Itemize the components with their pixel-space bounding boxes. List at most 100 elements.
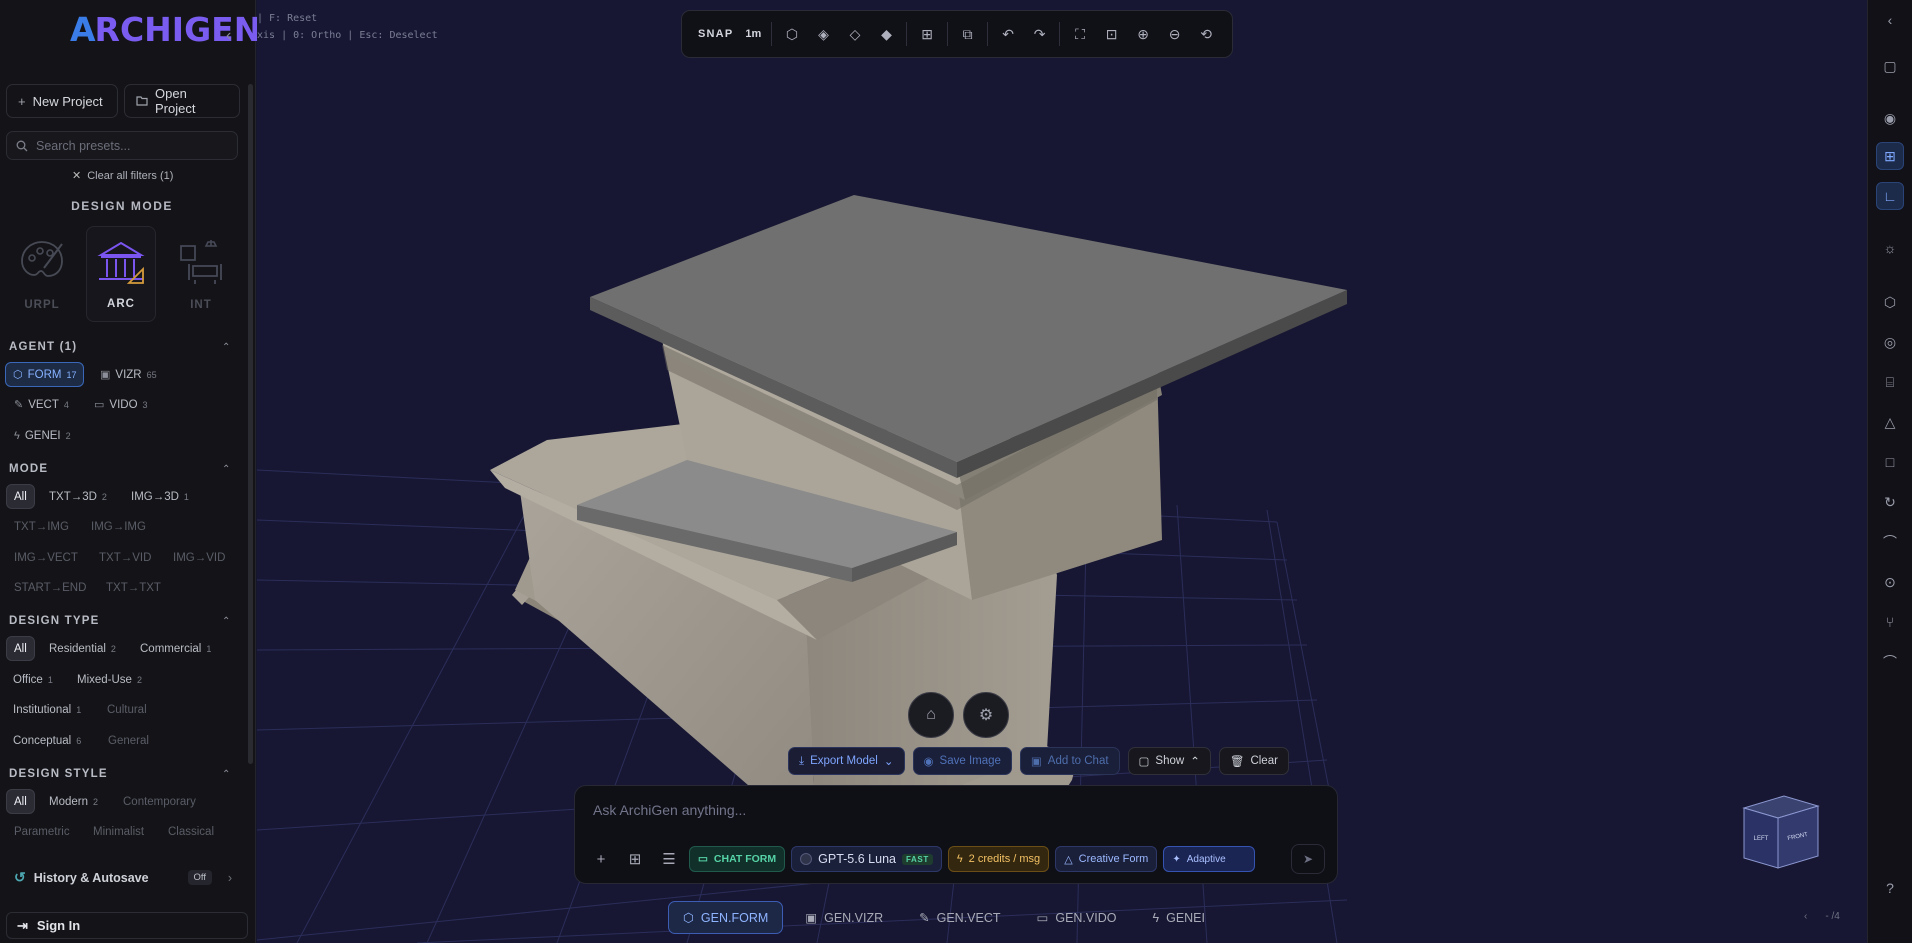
- design-style-chip[interactable]: Parametric: [7, 819, 77, 844]
- grid-icon[interactable]: ⊞: [1876, 142, 1904, 170]
- collapse-sidebar-icon[interactable]: ‹: [226, 28, 242, 44]
- sign-in-button[interactable]: ⇥ Sign In: [6, 912, 248, 939]
- mode-chip[interactable]: TXT→IMG: [7, 514, 76, 539]
- mode-chip[interactable]: IMG→VECT: [7, 545, 85, 570]
- agent-chip-vect[interactable]: ✎ VECT 4: [7, 392, 76, 417]
- design-type-chip[interactable]: All: [6, 636, 35, 661]
- export-model-button[interactable]: ⤓ Export Model ⌄: [788, 747, 905, 775]
- show-dropdown[interactable]: ▢ Show ⌃: [1127, 747, 1211, 775]
- add-to-chat-button[interactable]: ▣ Add to Chat: [1019, 747, 1120, 775]
- design-type-chip[interactable]: Mixed-Use 2: [70, 667, 149, 692]
- mode-chip[interactable]: IMG→IMG: [84, 514, 153, 539]
- chat-input[interactable]: Ask ArchiGen anything...: [593, 802, 746, 818]
- mode-chip[interactable]: IMG→VID: [166, 545, 232, 570]
- tab-gen-vect[interactable]: ✎ GEN.VECT: [905, 901, 1014, 934]
- design-type-chip[interactable]: Office 1: [6, 667, 60, 692]
- mode-chip[interactable]: All: [6, 484, 35, 509]
- sphere-icon[interactable]: ◎: [1876, 328, 1904, 356]
- focus-selection-icon[interactable]: ⊡: [1096, 18, 1128, 50]
- design-type-chip[interactable]: Commercial 1: [133, 636, 218, 661]
- chevron-left-icon[interactable]: ‹: [1804, 911, 1807, 922]
- cone-icon[interactable]: △: [1876, 408, 1904, 436]
- redo-icon[interactable]: ↷: [1024, 18, 1056, 50]
- zoom-out-icon[interactable]: ⊖: [1159, 18, 1191, 50]
- design-style-chip[interactable]: All: [6, 789, 35, 814]
- side-view-icon[interactable]: ◇: [839, 18, 871, 50]
- model-selector[interactable]: GPT-5.6 Luna FAST: [791, 846, 942, 872]
- design-type-chip[interactable]: Conceptual 6: [6, 728, 88, 753]
- clear-button[interactable]: 🗑 Clear: [1218, 747, 1289, 775]
- shapes-icon[interactable]: ⌂: [908, 692, 954, 738]
- sun-icon[interactable]: ☼: [1876, 234, 1904, 262]
- design-type-chip[interactable]: Institutional 1: [6, 697, 88, 722]
- axes-icon[interactable]: ∟: [1876, 182, 1904, 210]
- design-style-chip[interactable]: Modern 2: [42, 789, 105, 814]
- design-type-chip[interactable]: Cultural: [100, 697, 154, 722]
- credits-indicator[interactable]: ϟ2 credits / msg: [947, 846, 1050, 872]
- undo-icon[interactable]: ↶: [992, 18, 1024, 50]
- mode-chip[interactable]: START→END: [7, 575, 93, 600]
- sliders-icon[interactable]: ☰: [655, 845, 683, 873]
- sidebar-scrollbar[interactable]: [248, 84, 253, 764]
- agent-chip-form[interactable]: ⬡ FORM 17: [5, 362, 85, 387]
- 3d-viewport[interactable]: | F: Reset xis | 0: Ortho | Esc: Deselec…: [257, 0, 1867, 943]
- save-image-button[interactable]: ◉ Save Image: [912, 747, 1012, 775]
- settings-sliders-icon[interactable]: ⚙: [963, 692, 1009, 738]
- curve-icon[interactable]: ⌒: [1876, 528, 1904, 556]
- target-icon[interactable]: ⊙: [1876, 568, 1904, 596]
- orbit-icon[interactable]: ⟲: [1190, 18, 1222, 50]
- chevron-up-icon[interactable]: ⌃: [222, 342, 230, 353]
- chevron-up-icon[interactable]: ⌃: [222, 464, 230, 475]
- agent-chip-vido[interactable]: ▭ VIDO 3: [87, 392, 155, 417]
- grid-icon[interactable]: ⊞: [621, 845, 649, 873]
- tab-gen-vizr[interactable]: ▣ GEN.VIZR: [791, 901, 897, 934]
- help-icon[interactable]: ?: [1876, 874, 1904, 902]
- front-view-icon[interactable]: ◆: [871, 18, 903, 50]
- tab-gen-form[interactable]: ⬡ GEN.FORM: [668, 901, 784, 934]
- send-button[interactable]: ➤: [1291, 844, 1325, 874]
- agent-chip-genei[interactable]: ϟ GENEI 2: [7, 423, 78, 448]
- tab-genei[interactable]: ϟ GENEI: [1138, 901, 1219, 934]
- mode-card-urpl[interactable]: URPL: [7, 226, 77, 322]
- mode-chip[interactable]: TXT→TXT: [99, 575, 168, 600]
- chat-mode-selector[interactable]: ▭ CHAT FORM: [689, 846, 786, 872]
- mode-chip[interactable]: IMG→3D 1: [124, 484, 196, 509]
- search-input[interactable]: Search presets...: [6, 131, 238, 160]
- history-autosave-toggle[interactable]: ↺ History & Autosave Off ›: [6, 864, 242, 891]
- section-icon[interactable]: ⊞: [911, 18, 943, 50]
- clear-filters-link[interactable]: ✕ Clear all filters (1): [72, 169, 173, 182]
- plus-icon[interactable]: +: [587, 845, 615, 873]
- cube-view-icon[interactable]: ⬡: [776, 18, 808, 50]
- top-view-icon[interactable]: ◈: [808, 18, 840, 50]
- design-type-chip[interactable]: Residential 2: [42, 636, 123, 661]
- grid-size-selector[interactable]: 1m: [739, 18, 767, 50]
- design-style-chip[interactable]: Contemporary: [116, 789, 203, 814]
- agent-chip-vizr[interactable]: ▣ VIZR 65: [93, 362, 164, 387]
- torus-icon[interactable]: ↻: [1876, 488, 1904, 516]
- comment-icon[interactable]: ▢: [1876, 52, 1904, 80]
- new-project-button[interactable]: + New Project: [6, 84, 118, 118]
- mode-card-arc[interactable]: ARC: [86, 226, 156, 322]
- zoom-in-icon[interactable]: ⊕: [1127, 18, 1159, 50]
- branch-icon[interactable]: ⑂: [1876, 608, 1904, 636]
- design-type-chip[interactable]: General: [101, 728, 156, 753]
- plane-icon[interactable]: □: [1876, 448, 1904, 476]
- design-style-chip[interactable]: Minimalist: [86, 819, 151, 844]
- chevron-up-icon[interactable]: ⌃: [222, 616, 230, 627]
- snap-toggle[interactable]: SNAP: [692, 18, 739, 50]
- adaptive-selector[interactable]: ✦ Adaptive: [1163, 846, 1256, 872]
- mode-chip[interactable]: TXT→3D 2: [42, 484, 114, 509]
- layers-icon[interactable]: ⧉: [952, 18, 984, 50]
- view-cube[interactable]: LEFT FRONT: [1738, 788, 1828, 878]
- open-project-button[interactable]: Open Project: [124, 84, 240, 118]
- fit-view-icon[interactable]: ⛶: [1064, 18, 1096, 50]
- chevron-up-icon[interactable]: ⌃: [222, 769, 230, 780]
- arc-icon[interactable]: ⌒: [1876, 648, 1904, 676]
- eye-icon[interactable]: ◉: [1876, 104, 1904, 132]
- creative-form-selector[interactable]: △ Creative Form: [1055, 846, 1158, 872]
- cylinder-icon[interactable]: ⌸: [1876, 368, 1904, 396]
- mode-chip[interactable]: TXT→VID: [92, 545, 158, 570]
- tab-gen-vido[interactable]: ▭ GEN.VIDO: [1023, 901, 1131, 934]
- mode-card-int[interactable]: INT: [166, 226, 236, 322]
- design-style-chip[interactable]: Classical: [161, 819, 221, 844]
